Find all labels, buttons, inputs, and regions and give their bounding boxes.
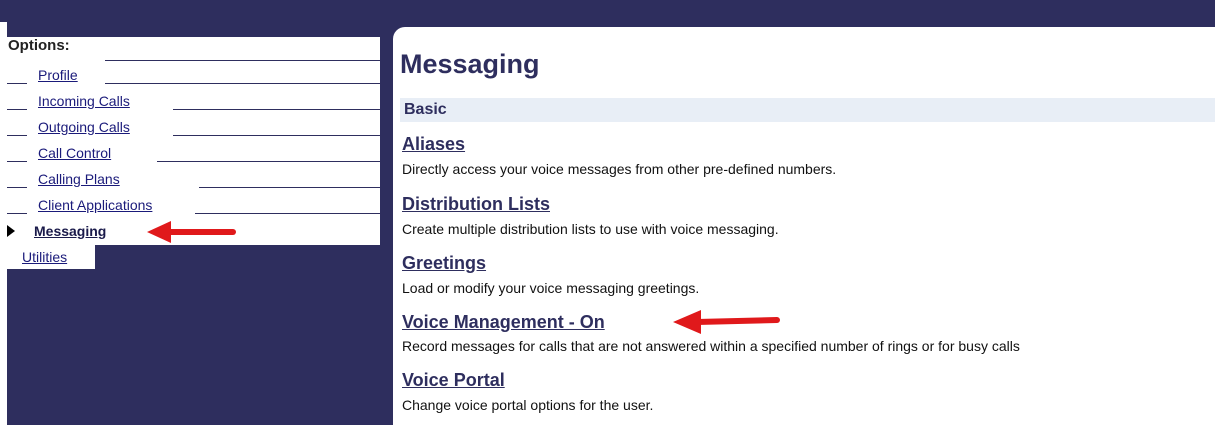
annotation-arrow-icon: [147, 221, 236, 243]
sidebar-item-profile[interactable]: Profile: [7, 63, 380, 89]
sidebar-item-label[interactable]: Client Applications: [38, 197, 152, 213]
sidebar-item-label[interactable]: Call Control: [38, 145, 111, 161]
aliases-description: Directly access your voice messages from…: [402, 161, 837, 177]
sidebar-item-label[interactable]: Calling Plans: [38, 171, 120, 187]
top-banner: [0, 0, 1215, 22]
main-content: Messaging Basic Aliases Directly access …: [393, 27, 1215, 425]
greetings-description: Load or modify your voice messaging gree…: [402, 280, 700, 296]
distribution-lists-link[interactable]: Distribution Lists: [402, 194, 550, 215]
aliases-link[interactable]: Aliases: [402, 134, 465, 155]
sidebar-item-outgoing-calls[interactable]: Outgoing Calls: [7, 115, 380, 141]
sidebar-item-label[interactable]: Incoming Calls: [38, 93, 130, 109]
options-sidebar: Options: Profile Incoming Calls Outgoing…: [7, 22, 380, 425]
sidebar-item-call-control[interactable]: Call Control: [7, 141, 380, 167]
greetings-link[interactable]: Greetings: [402, 253, 486, 274]
page-title: Messaging: [400, 49, 540, 79]
distribution-lists-description: Create multiple distribution lists to us…: [402, 221, 779, 237]
section-title: Basic: [404, 101, 447, 118]
sidebar-item-client-applications[interactable]: Client Applications: [7, 193, 380, 219]
options-title: Options:: [8, 37, 70, 54]
sidebar-item-incoming-calls[interactable]: Incoming Calls: [7, 89, 380, 115]
sidebar-item-label[interactable]: Utilities: [22, 249, 67, 265]
annotation-arrow-icon: [673, 310, 780, 334]
voice-portal-description: Change voice portal options for the user…: [402, 397, 654, 413]
sidebar-item-label[interactable]: Messaging: [34, 223, 106, 239]
selected-bullet-icon: [7, 225, 15, 237]
section-header: Basic: [400, 98, 1215, 122]
voice-management-description: Record messages for calls that are not a…: [402, 338, 1020, 354]
sidebar-item-label[interactable]: Profile: [38, 67, 78, 83]
options-header: Options:: [7, 37, 380, 64]
sidebar-item-utilities[interactable]: Utilities: [7, 245, 380, 271]
sidebar-item-label[interactable]: Outgoing Calls: [38, 119, 130, 135]
sidebar-item-calling-plans[interactable]: Calling Plans: [7, 167, 380, 193]
voice-management-link[interactable]: Voice Management - On: [402, 312, 605, 333]
voice-portal-link[interactable]: Voice Portal: [402, 370, 505, 391]
